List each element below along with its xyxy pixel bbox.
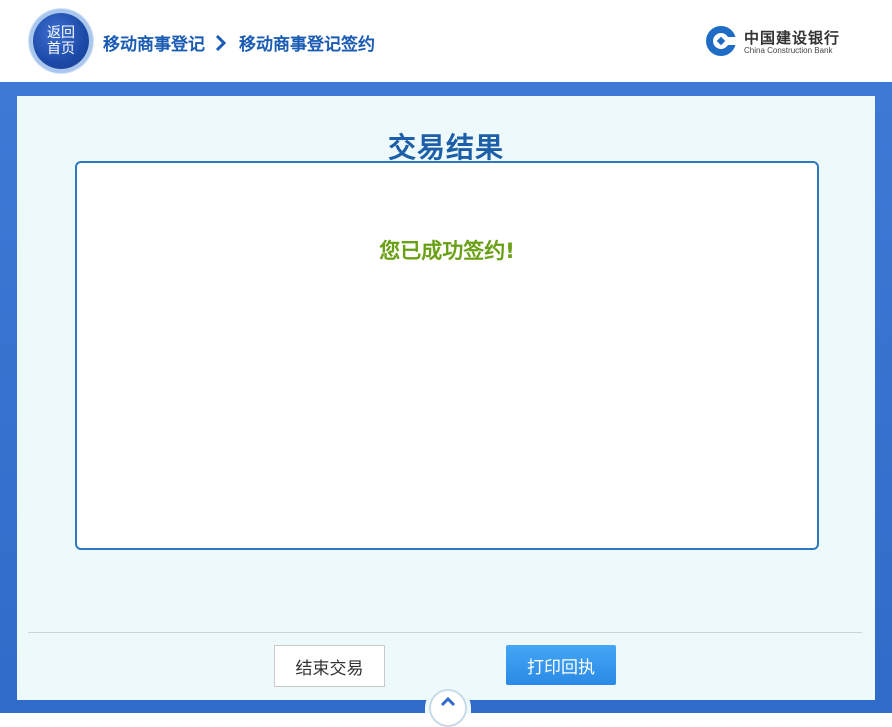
scroll-up-circle [429,689,467,727]
home-button-line2: 首页 [47,41,75,57]
home-button[interactable]: 返回 首页 [33,13,89,69]
logo-english-name: China Construction Bank [744,46,833,55]
end-transaction-button[interactable]: 结束交易 [274,645,385,687]
home-button-line1: 返回 [47,25,75,41]
print-receipt-button[interactable]: 打印回执 [506,645,616,685]
content-panel: 交易结果 您已成功签约! 结束交易 打印回执 [17,96,875,700]
logo-chinese-name: 中国建设银行 [744,29,841,47]
breadcrumb-item-registration-signing: 移动商事登记签约 [239,35,375,55]
success-message: 您已成功签约! [379,239,515,263]
top-header: 返回 首页 移动商事登记 移动商事登记签约 中国建设银行 China Const… [0,0,892,82]
bank-logo: 中国建设银行 China Construction Bank [704,24,840,62]
chevron-up-icon [440,691,456,725]
breadcrumb-item-mobile-registration[interactable]: 移动商事登记 [103,30,205,55]
ccb-logo-icon [704,24,739,62]
divider [28,632,862,633]
page-title: 交易结果 [387,131,504,164]
main-frame: 交易结果 您已成功签约! 结束交易 打印回执 [0,82,892,727]
chevron-right-icon [215,34,227,51]
breadcrumb: 移动商事登记 移动商事登记签约 [103,30,375,55]
result-box: 您已成功签约! [75,161,819,550]
